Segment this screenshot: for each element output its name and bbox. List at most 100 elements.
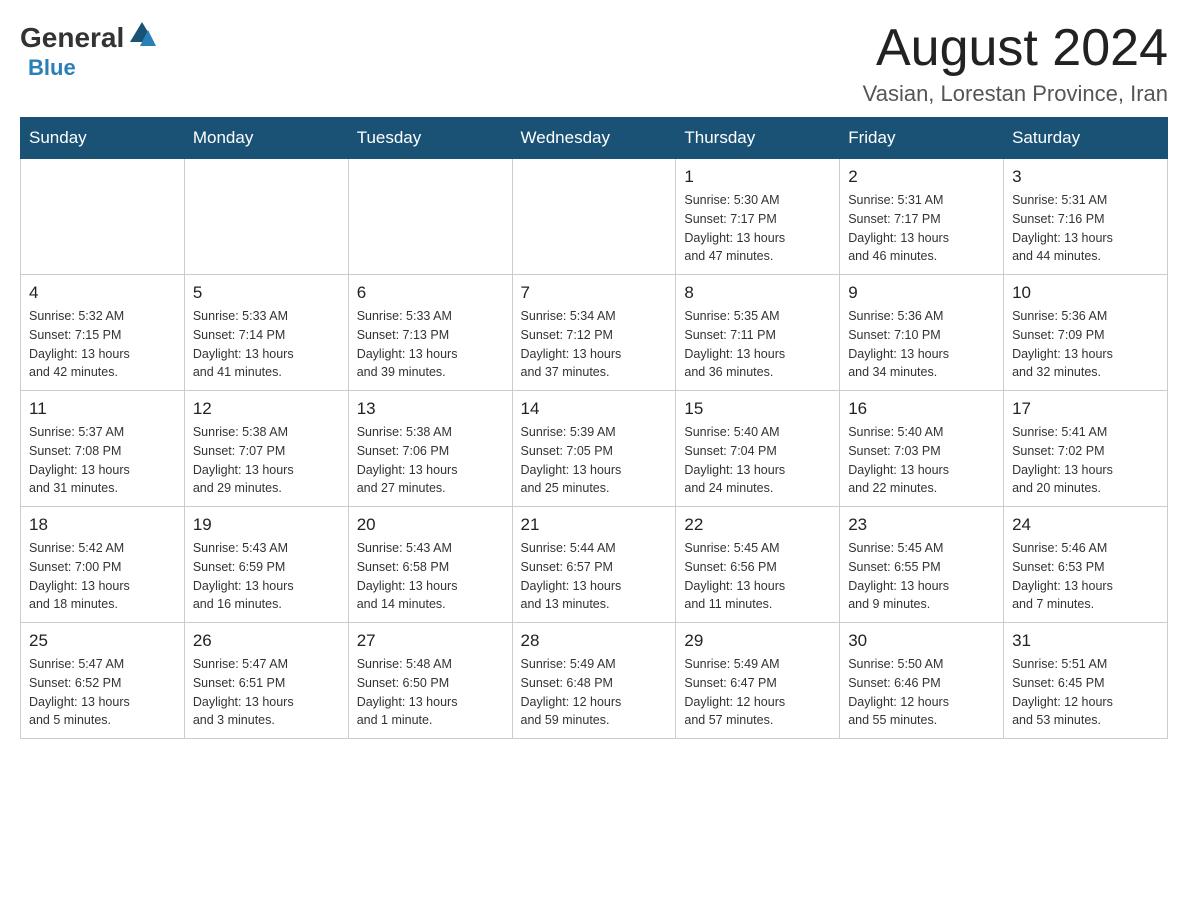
calendar-cell-empty: [21, 159, 185, 275]
day-info: Sunrise: 5:51 AMSunset: 6:45 PMDaylight:…: [1012, 655, 1159, 730]
day-number: 8: [684, 283, 831, 303]
location-title: Vasian, Lorestan Province, Iran: [863, 81, 1168, 107]
week-row-4: 18 Sunrise: 5:42 AMSunset: 7:00 PMDayligh…: [21, 507, 1168, 623]
calendar-cell-9: 9 Sunrise: 5:36 AMSunset: 7:10 PMDaylight…: [840, 275, 1004, 391]
logo-general-text: General: [20, 22, 124, 54]
day-info: Sunrise: 5:49 AMSunset: 6:47 PMDaylight:…: [684, 655, 831, 730]
calendar-cell-30: 30Sunrise: 5:50 AMSunset: 6:46 PMDayligh…: [840, 623, 1004, 739]
calendar-cell-17: 17Sunrise: 5:41 AMSunset: 7:02 PMDayligh…: [1004, 391, 1168, 507]
day-number: 12: [193, 399, 340, 419]
day-number: 1: [684, 167, 831, 187]
day-info: Sunrise: 5:40 AMSunset: 7:03 PMDaylight:…: [848, 423, 995, 498]
day-number: 13: [357, 399, 504, 419]
day-info: Sunrise: 5:38 AMSunset: 7:06 PMDaylight:…: [357, 423, 504, 498]
day-info: Sunrise: 5:38 AMSunset: 7:07 PMDaylight:…: [193, 423, 340, 498]
day-number: 4: [29, 283, 176, 303]
calendar-table: SundayMondayTuesdayWednesdayThursdayFrid…: [20, 117, 1168, 739]
logo: General: [20, 20, 156, 55]
month-title: August 2024: [863, 20, 1168, 77]
day-number: 10: [1012, 283, 1159, 303]
calendar-cell-21: 21 Sunrise: 5:44 AMSunset: 6:57 PMDayligh…: [512, 507, 676, 623]
day-number: 22: [684, 515, 831, 535]
day-info: Sunrise: 5:47 AMSunset: 6:52 PMDaylight:…: [29, 655, 176, 730]
calendar-cell-2: 2 Sunrise: 5:31 AMSunset: 7:17 PMDaylight…: [840, 159, 1004, 275]
header-sunday: Sunday: [21, 118, 185, 159]
day-info: Sunrise: 5:48 AMSunset: 6:50 PMDaylight:…: [357, 655, 504, 730]
day-number: 19: [193, 515, 340, 535]
calendar-cell-7: 7 Sunrise: 5:34 AMSunset: 7:12 PMDaylight…: [512, 275, 676, 391]
day-number: 14: [521, 399, 668, 419]
calendar-cell-24: 24Sunrise: 5:46 AMSunset: 6:53 PMDayligh…: [1004, 507, 1168, 623]
day-info: Sunrise: 5:36 AMSunset: 7:10 PMDaylight:…: [848, 307, 995, 382]
calendar-header-row: SundayMondayTuesdayWednesdayThursdayFrid…: [21, 118, 1168, 159]
logo-area: General Blue: [20, 20, 156, 81]
title-area: August 2024 Vasian, Lorestan Province, I…: [863, 20, 1168, 107]
day-info: Sunrise: 5:49 AMSunset: 6:48 PMDaylight:…: [521, 655, 668, 730]
calendar-cell-16: 16 Sunrise: 5:40 AMSunset: 7:03 PMDayligh…: [840, 391, 1004, 507]
calendar-cell-3: 3 Sunrise: 5:31 AMSunset: 7:16 PMDaylight…: [1004, 159, 1168, 275]
day-number: 20: [357, 515, 504, 535]
calendar-cell-18: 18 Sunrise: 5:42 AMSunset: 7:00 PMDayligh…: [21, 507, 185, 623]
calendar-cell-12: 12 Sunrise: 5:38 AMSunset: 7:07 PMDayligh…: [184, 391, 348, 507]
logo-blue-text: Blue: [28, 55, 76, 81]
day-info: Sunrise: 5:33 AMSunset: 7:13 PMDaylight:…: [357, 307, 504, 382]
day-info: Sunrise: 5:44 AMSunset: 6:57 PMDaylight:…: [521, 539, 668, 614]
header-friday: Friday: [840, 118, 1004, 159]
header-wednesday: Wednesday: [512, 118, 676, 159]
day-number: 5: [193, 283, 340, 303]
week-row-2: 4 Sunrise: 5:32 AMSunset: 7:15 PMDaylight…: [21, 275, 1168, 391]
day-info: Sunrise: 5:46 AMSunset: 6:53 PMDaylight:…: [1012, 539, 1159, 614]
day-info: Sunrise: 5:39 AMSunset: 7:05 PMDaylight:…: [521, 423, 668, 498]
calendar-cell-25: 25 Sunrise: 5:47 AMSunset: 6:52 PMDayligh…: [21, 623, 185, 739]
calendar-cell-4: 4 Sunrise: 5:32 AMSunset: 7:15 PMDaylight…: [21, 275, 185, 391]
day-info: Sunrise: 5:31 AMSunset: 7:17 PMDaylight:…: [848, 191, 995, 266]
day-number: 16: [848, 399, 995, 419]
calendar-cell-23: 23 Sunrise: 5:45 AMSunset: 6:55 PMDayligh…: [840, 507, 1004, 623]
day-number: 25: [29, 631, 176, 651]
header-saturday: Saturday: [1004, 118, 1168, 159]
calendar-cell-empty: [512, 159, 676, 275]
logo-icon: [128, 20, 156, 48]
day-info: Sunrise: 5:45 AMSunset: 6:55 PMDaylight:…: [848, 539, 995, 614]
day-info: Sunrise: 5:35 AMSunset: 7:11 PMDaylight:…: [684, 307, 831, 382]
calendar-cell-10: 10Sunrise: 5:36 AMSunset: 7:09 PMDayligh…: [1004, 275, 1168, 391]
day-number: 29: [684, 631, 831, 651]
day-number: 7: [521, 283, 668, 303]
calendar-cell-29: 29 Sunrise: 5:49 AMSunset: 6:47 PMDayligh…: [676, 623, 840, 739]
day-number: 21: [521, 515, 668, 535]
calendar-cell-empty: [348, 159, 512, 275]
day-number: 18: [29, 515, 176, 535]
calendar-cell-8: 8 Sunrise: 5:35 AMSunset: 7:11 PMDaylight…: [676, 275, 840, 391]
day-number: 28: [521, 631, 668, 651]
day-info: Sunrise: 5:30 AMSunset: 7:17 PMDaylight:…: [684, 191, 831, 266]
calendar-cell-11: 11Sunrise: 5:37 AMSunset: 7:08 PMDayligh…: [21, 391, 185, 507]
day-number: 23: [848, 515, 995, 535]
day-number: 30: [848, 631, 995, 651]
day-info: Sunrise: 5:45 AMSunset: 6:56 PMDaylight:…: [684, 539, 831, 614]
day-number: 3: [1012, 167, 1159, 187]
day-number: 2: [848, 167, 995, 187]
day-info: Sunrise: 5:42 AMSunset: 7:00 PMDaylight:…: [29, 539, 176, 614]
calendar-cell-1: 1 Sunrise: 5:30 AMSunset: 7:17 PMDaylight…: [676, 159, 840, 275]
day-number: 31: [1012, 631, 1159, 651]
header-thursday: Thursday: [676, 118, 840, 159]
week-row-1: 1 Sunrise: 5:30 AMSunset: 7:17 PMDaylight…: [21, 159, 1168, 275]
calendar-cell-27: 27Sunrise: 5:48 AMSunset: 6:50 PMDayligh…: [348, 623, 512, 739]
calendar-cell-31: 31 Sunrise: 5:51 AMSunset: 6:45 PMDayligh…: [1004, 623, 1168, 739]
day-number: 6: [357, 283, 504, 303]
day-info: Sunrise: 5:43 AMSunset: 6:58 PMDaylight:…: [357, 539, 504, 614]
calendar-cell-13: 13 Sunrise: 5:38 AMSunset: 7:06 PMDayligh…: [348, 391, 512, 507]
day-info: Sunrise: 5:32 AMSunset: 7:15 PMDaylight:…: [29, 307, 176, 382]
day-number: 17: [1012, 399, 1159, 419]
day-number: 9: [848, 283, 995, 303]
header-monday: Monday: [184, 118, 348, 159]
day-info: Sunrise: 5:34 AMSunset: 7:12 PMDaylight:…: [521, 307, 668, 382]
calendar-cell-28: 28 Sunrise: 5:49 AMSunset: 6:48 PMDayligh…: [512, 623, 676, 739]
week-row-5: 25 Sunrise: 5:47 AMSunset: 6:52 PMDayligh…: [21, 623, 1168, 739]
day-info: Sunrise: 5:31 AMSunset: 7:16 PMDaylight:…: [1012, 191, 1159, 266]
calendar-cell-empty: [184, 159, 348, 275]
calendar-cell-26: 26Sunrise: 5:47 AMSunset: 6:51 PMDayligh…: [184, 623, 348, 739]
header-tuesday: Tuesday: [348, 118, 512, 159]
day-number: 11: [29, 399, 176, 419]
calendar-cell-19: 19Sunrise: 5:43 AMSunset: 6:59 PMDayligh…: [184, 507, 348, 623]
